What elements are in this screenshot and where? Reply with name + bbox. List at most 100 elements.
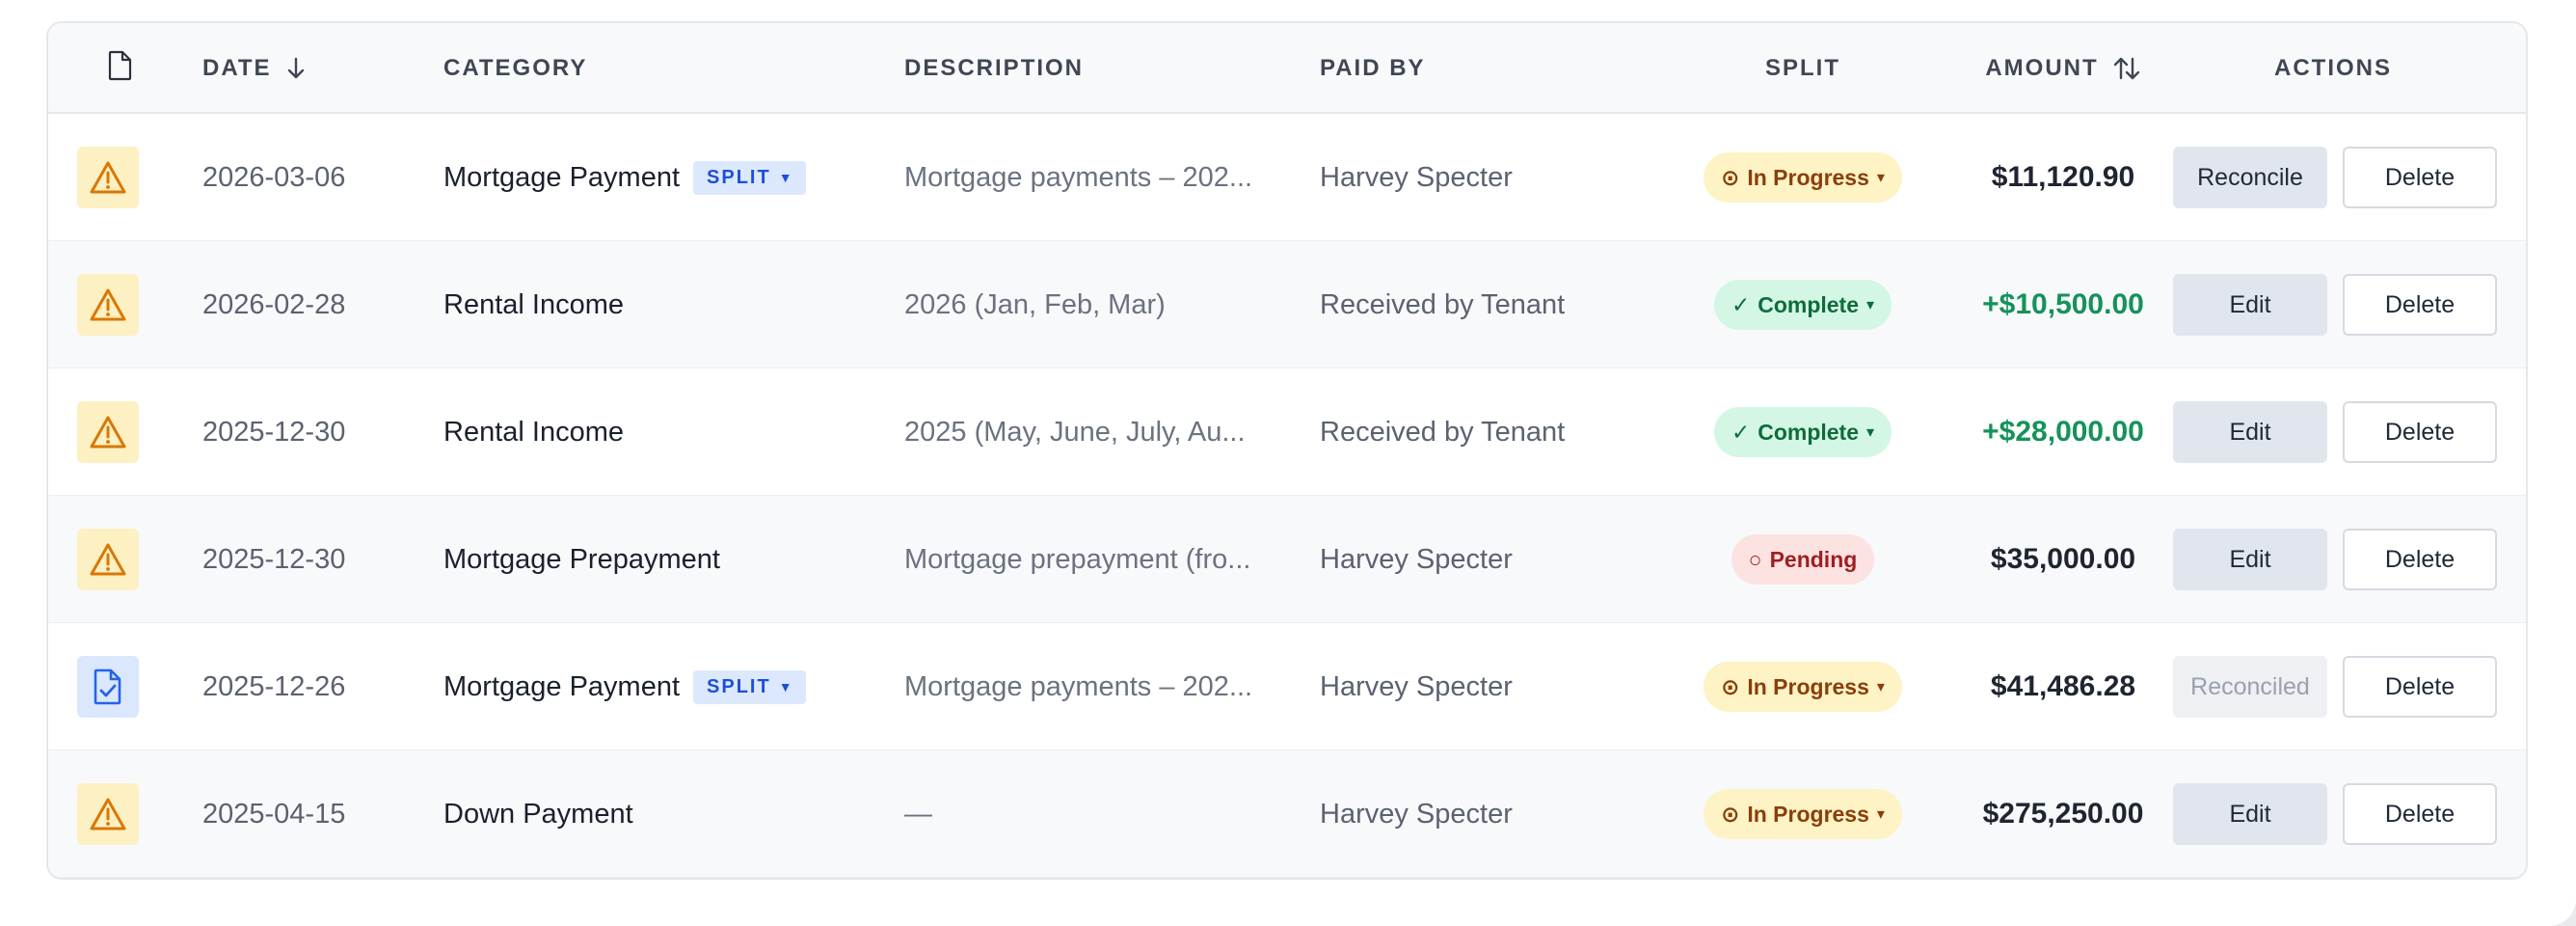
table-row[interactable]: 2025-12-30 Rental Income 2025 (May, June, …: [48, 368, 2526, 496]
delete-button[interactable]: Delete: [2343, 401, 2497, 463]
status-icon: ✓: [1731, 291, 1751, 317]
status-badge[interactable]: ✓ Complete ▾: [1713, 407, 1892, 457]
description-header-label: DESCRIPTION: [904, 55, 1085, 81]
row-amount: $41,486.28: [1990, 670, 2136, 702]
row-date: 2025-04-15: [202, 798, 346, 830]
delete-button[interactable]: Delete: [2343, 656, 2497, 718]
date-cell: 2025-12-30: [202, 496, 345, 623]
status-badge[interactable]: ⊙ In Progress ▾: [1704, 152, 1902, 203]
edit-button[interactable]: Edit: [2173, 529, 2327, 590]
amount-cell: $11,120.90: [1928, 114, 2198, 241]
split-tag[interactable]: SPLIT ▼: [693, 669, 806, 704]
paid-by-cell: Harvey Specter: [1320, 496, 1513, 623]
receipt-column-header: [87, 23, 154, 114]
document-icon: [108, 50, 133, 88]
description-cell: 2026 (Jan, Feb, Mar): [904, 241, 1166, 368]
description-cell: Mortgage payments – 202...: [904, 623, 1252, 750]
warning-icon[interactable]: [77, 147, 139, 208]
date-cell: 2025-12-26: [202, 623, 345, 750]
split-tag-label: SPLIT: [707, 166, 771, 188]
amount-cell: $275,250.00: [1928, 750, 2198, 878]
row-date: 2025-12-26: [202, 670, 346, 702]
split-status-cell: ✓ Complete ▾: [1629, 368, 1976, 496]
paid-by-cell: Received by Tenant: [1320, 241, 1565, 368]
row-description: 2025 (May, June, July, Au...: [904, 416, 1246, 448]
receipt-status-cell: [77, 623, 139, 750]
delete-button[interactable]: Delete: [2343, 147, 2497, 208]
row-description: —: [904, 798, 932, 830]
category-column-header[interactable]: CATEGORY: [443, 23, 587, 114]
date-cell: 2026-03-06: [202, 114, 345, 241]
caret-down-icon: ▼: [778, 679, 792, 694]
table-row[interactable]: 2025-12-30 Mortgage Prepayment Mortgage pr…: [48, 496, 2526, 623]
row-amount: +$28,000.00: [1982, 416, 2144, 448]
warning-icon[interactable]: [77, 401, 139, 463]
delete-button[interactable]: Delete: [2343, 274, 2497, 336]
reconcile-button[interactable]: Reconcile: [2173, 147, 2327, 208]
status-label: Pending: [1769, 546, 1858, 572]
row-description: Mortgage payments – 202...: [904, 670, 1253, 702]
amount-column-header[interactable]: AMOUNT: [1928, 23, 2198, 114]
chevron-down-icon: ▾: [1876, 679, 1885, 695]
delete-button[interactable]: Delete: [2343, 783, 2497, 845]
row-amount: +$10,500.00: [1982, 288, 2144, 320]
table-row[interactable]: 2025-04-15 Down Payment — Harvey Specter ⊙ In…: [48, 750, 2526, 878]
status-icon: ✓: [1731, 419, 1751, 445]
amount-cell: +$28,000.00: [1928, 368, 2198, 496]
status-badge[interactable]: ⊙ In Progress ▾: [1704, 662, 1902, 712]
split-column-header[interactable]: SPLIT: [1629, 23, 1976, 114]
row-category: Rental Income: [443, 416, 624, 448]
table-row[interactable]: 2025-12-26 Mortgage Payment SPLIT ▼ Mortgage…: [48, 623, 2526, 750]
table-header: DATE CATEGORY DESCRIPTION PAID BY SPLIT …: [48, 23, 2526, 114]
category-cell: Rental Income: [443, 241, 624, 368]
sort-desc-icon[interactable]: [285, 56, 307, 81]
row-paid-by: Harvey Specter: [1320, 798, 1513, 830]
status-icon: ⊙: [1721, 673, 1740, 699]
status-label: In Progress: [1747, 801, 1869, 827]
doc-check-icon[interactable]: [77, 656, 139, 718]
category-header-label: CATEGORY: [443, 55, 588, 81]
row-category: Rental Income: [443, 288, 624, 320]
status-label: Complete: [1758, 291, 1860, 317]
edit-button[interactable]: Edit: [2173, 783, 2327, 845]
split-status-cell: ⊙ In Progress ▾: [1629, 750, 1976, 878]
row-category: Mortgage Payment: [443, 161, 681, 193]
row-description: Mortgage prepayment (fro...: [904, 543, 1251, 575]
status-label: In Progress: [1747, 164, 1869, 190]
receipt-status-cell: [77, 368, 139, 496]
category-cell: Mortgage Prepayment: [443, 496, 720, 623]
status-label: Complete: [1758, 419, 1860, 445]
warning-icon[interactable]: [77, 529, 139, 590]
paid-by-header-label: PAID BY: [1320, 55, 1426, 81]
date-column-header[interactable]: DATE: [202, 23, 307, 114]
row-category: Down Payment: [443, 798, 633, 830]
status-badge[interactable]: ⊙ In Progress ▾: [1704, 789, 1902, 839]
warning-icon[interactable]: [77, 783, 139, 845]
page-card: DATE CATEGORY DESCRIPTION PAID BY SPLIT …: [0, 0, 2576, 926]
status-badge[interactable]: ✓ Complete ▾: [1713, 280, 1892, 330]
paid-by-column-header[interactable]: PAID BY: [1320, 23, 1426, 114]
warning-icon[interactable]: [77, 274, 139, 336]
chevron-down-icon: ▾: [1866, 297, 1875, 313]
paid-by-cell: Harvey Specter: [1320, 750, 1513, 878]
paid-by-cell: Received by Tenant: [1320, 368, 1565, 496]
delete-button[interactable]: Delete: [2343, 529, 2497, 590]
status-badge[interactable]: ○ Pending: [1731, 534, 1875, 585]
table-row[interactable]: 2026-03-06 Mortgage Payment SPLIT ▼ Mortgage…: [48, 114, 2526, 241]
table-row[interactable]: 2026-02-28 Rental Income 2026 (Jan, Feb, M…: [48, 241, 2526, 368]
paid-by-cell: Harvey Specter: [1320, 623, 1513, 750]
split-tag-label: SPLIT: [707, 675, 771, 697]
chevron-down-icon: ▾: [1866, 424, 1875, 441]
chevron-down-icon: ▾: [1876, 170, 1885, 186]
edit-button[interactable]: Edit: [2173, 401, 2327, 463]
sort-toggle-icon[interactable]: [2112, 55, 2141, 82]
split-tag[interactable]: SPLIT ▼: [693, 160, 806, 195]
description-cell: Mortgage prepayment (fro...: [904, 496, 1250, 623]
row-date: 2026-03-06: [202, 161, 346, 193]
split-status-cell: ⊙ In Progress ▾: [1629, 114, 1976, 241]
row-category: Mortgage Payment: [443, 670, 681, 702]
amount-header-label: AMOUNT: [1985, 55, 2099, 81]
description-column-header[interactable]: DESCRIPTION: [904, 23, 1084, 114]
status-label: In Progress: [1747, 673, 1869, 699]
edit-button[interactable]: Edit: [2173, 274, 2327, 336]
